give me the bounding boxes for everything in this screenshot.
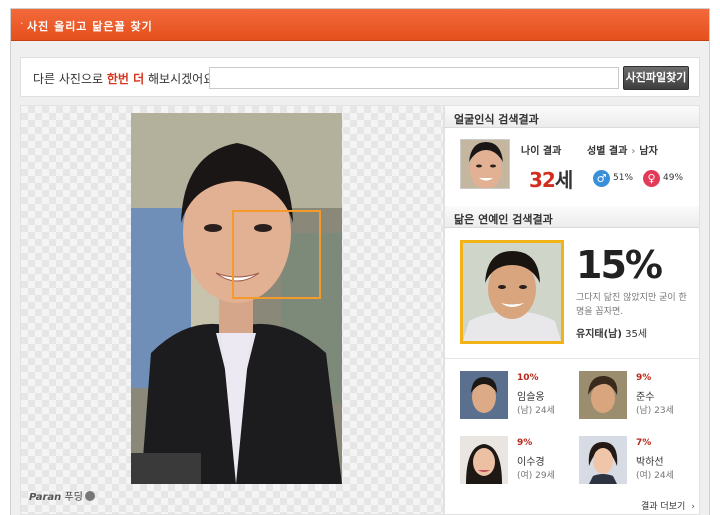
celeb-item-1[interactable]: 10% 임슬옹 (남) 24세 (460, 371, 580, 421)
face-result-header: 얼굴인식 검색결과 (445, 106, 699, 128)
top-celeb-name-text: 유지태(남) (576, 329, 622, 340)
celeb-photo (579, 436, 627, 484)
celeb-name: 임슬옹 (517, 392, 545, 403)
top-celeb-age: 35세 (625, 329, 648, 340)
result-divider (445, 358, 699, 359)
top-celeb-percentage: 15% (576, 243, 663, 287)
celeb-item-4[interactable]: 7% 박하선 (여) 24세 (579, 436, 699, 486)
brand-paran: Paran (29, 492, 62, 503)
age-unit: 세 (554, 168, 573, 192)
celeb-meta: (남) 24세 (517, 406, 555, 416)
male-percentage: 51% (613, 173, 634, 183)
age-result-value: 32세 (529, 164, 573, 193)
female-icon: ♀ (643, 170, 660, 187)
celeb-name: 준수 (636, 392, 655, 403)
file-path-input[interactable] (209, 67, 619, 89)
find-photo-button[interactable]: 사진파일찾기 (623, 66, 689, 90)
page-title: 사진 올리고 닮은꼴 찾기 (27, 20, 153, 33)
face-thumbnail (460, 139, 510, 189)
celeb-meta: (여) 29세 (517, 471, 555, 481)
app-frame: · 사진 올리고 닮은꼴 찾기 다른 사진으로 한번 더 해보시겠어요? 사진파… (10, 8, 710, 515)
celeb-percentage: 9% (517, 438, 533, 448)
celeb-percentage: 10% (517, 373, 539, 383)
uploaded-photo (131, 113, 342, 484)
celeb-result-header: 닮은 연예인 검색결과 (445, 206, 699, 228)
title-bar: · 사진 올리고 닮은꼴 찾기 (11, 9, 709, 41)
celeb-name: 이수경 (517, 457, 545, 468)
age-number: 32 (529, 168, 556, 192)
more-results-link[interactable]: 결과 더보기 › (641, 499, 695, 512)
gender-value: 남자 (639, 146, 658, 157)
celeb-meta: (남) 23세 (636, 406, 674, 416)
celeb-photo (460, 371, 508, 419)
celeb-percentage: 7% (636, 438, 652, 448)
photo-area: Paran 푸딩 (20, 105, 444, 515)
upload-prompt-pre: 다른 사진으로 (33, 72, 107, 86)
upload-prompt-highlight: 한번 더 (106, 72, 145, 86)
gender-label-text: 성별 결과 (587, 146, 628, 157)
result-panel: 얼굴인식 검색결과 나이 결과 32세 성별 결과 › 남자 ♂ 51% ♀ 49%… (444, 105, 700, 515)
celeb-meta: (여) 24세 (636, 471, 674, 481)
more-results-label: 결과 더보기 (641, 502, 686, 512)
chevron-right-icon: › (691, 502, 695, 512)
age-result-label: 나이 결과 (521, 146, 562, 157)
top-celeb-name[interactable]: 유지태(남) 35세 (576, 325, 647, 340)
upload-bar: 다른 사진으로 한번 더 해보시겠어요? 사진파일찾기 (20, 57, 700, 97)
female-percentage: 49% (663, 173, 684, 183)
top-celeb-description: 그다지 닮진 않았지만 굳이 한명을 꼽자면. (576, 293, 687, 317)
upload-prompt: 다른 사진으로 한번 더 해보시겠어요? (33, 70, 221, 87)
male-icon: ♂ (593, 170, 610, 187)
top-celeb-photo[interactable] (460, 240, 564, 344)
celeb-photo (460, 436, 508, 484)
face-detection-box (232, 210, 321, 299)
celeb-item-2[interactable]: 9% 준수 (남) 23세 (579, 371, 699, 421)
celeb-photo (579, 371, 627, 419)
celeb-name: 박하선 (636, 457, 664, 468)
title-bullet-icon: · (20, 17, 24, 30)
celeb-item-3[interactable]: 9% 이수경 (여) 29세 (460, 436, 580, 486)
pudding-logo-icon (84, 491, 95, 501)
gender-result-label: 성별 결과 › 남자 (587, 142, 658, 157)
celeb-percentage: 9% (636, 373, 652, 383)
brand-pudding: 푸딩 (64, 492, 83, 503)
brand-mark: Paran 푸딩 (29, 488, 95, 503)
chevron-right-icon: › (631, 146, 636, 157)
